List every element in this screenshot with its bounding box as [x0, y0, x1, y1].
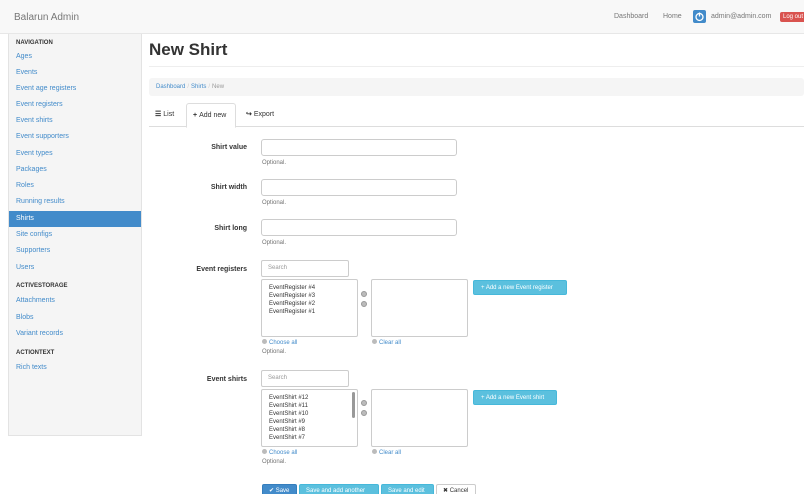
- sidebar-item-event-types[interactable]: Event types: [9, 146, 141, 162]
- event-registers-chosen-list[interactable]: [371, 279, 468, 337]
- save-and-add-another-button[interactable]: Save and add another: [299, 484, 379, 494]
- event-shirts-search-input[interactable]: Search: [261, 370, 349, 387]
- sidebar-item-event-shirts[interactable]: Event shirts: [9, 113, 141, 129]
- move-right-icon[interactable]: [361, 291, 367, 297]
- sidebar-item-variant-records[interactable]: Variant records: [9, 326, 141, 342]
- add-event-register-button[interactable]: + Add a new Event register: [473, 280, 567, 295]
- list-item[interactable]: EventShirt #8: [269, 426, 350, 434]
- logout-button[interactable]: Log out: [780, 12, 804, 22]
- list-item[interactable]: EventRegister #3: [269, 292, 350, 300]
- tab-export-label: Export: [253, 111, 275, 118]
- sidebar-item-running-results[interactable]: Running results: [9, 194, 141, 210]
- save-button[interactable]: ✔ Save: [262, 484, 297, 494]
- power-icon: [693, 10, 706, 23]
- move-left-icon[interactable]: [361, 410, 367, 416]
- tab-list-label: List: [163, 111, 175, 118]
- event-registers-choose-all[interactable]: Choose all: [262, 339, 297, 346]
- list-item[interactable]: EventShirt #9: [269, 418, 350, 426]
- cancel-button[interactable]: ✖ Cancel: [436, 484, 476, 494]
- sidebar-item-events[interactable]: Events: [9, 65, 141, 81]
- event-shirts-clear-all[interactable]: Clear all: [372, 449, 401, 456]
- list-item[interactable]: EventRegister #1: [269, 308, 350, 316]
- event-shirts-available-list[interactable]: EventShirt #12 EventShirt #11 EventShirt…: [261, 389, 358, 447]
- sidebar-item-attachments[interactable]: Attachments: [9, 293, 141, 309]
- shirt-long-label: Shirt long: [214, 225, 247, 232]
- top-navbar: Balarun Admin Dashboard Home admin@admin…: [0, 0, 804, 34]
- list-item[interactable]: EventShirt #10: [269, 410, 350, 418]
- clear-all-label: Clear all: [379, 450, 402, 456]
- shirt-long-input[interactable]: [261, 219, 457, 236]
- tab-list[interactable]: ☰ List: [155, 103, 174, 127]
- sidebar-item-rich-texts[interactable]: Rich texts: [9, 360, 141, 376]
- plus-icon: +: [193, 112, 198, 119]
- nav-dashboard-link[interactable]: Dashboard: [614, 13, 648, 20]
- list-item[interactable]: EventRegister #4: [269, 284, 350, 292]
- move-left-icon[interactable]: [361, 301, 367, 307]
- sidebar-item-event-supporters[interactable]: Event supporters: [9, 129, 141, 145]
- event-registers-available-list[interactable]: EventRegister #4 EventRegister #3 EventR…: [261, 279, 358, 337]
- app-brand[interactable]: Balarun Admin: [14, 12, 79, 23]
- nav-user-email[interactable]: admin@admin.com: [711, 13, 771, 20]
- shirt-width-help: Optional.: [262, 200, 287, 206]
- tab-export[interactable]: ↪ Export: [246, 103, 274, 127]
- sidebar-header-navigation: NAVIGATION: [16, 40, 53, 46]
- sidebar-item-event-registers[interactable]: Event registers: [9, 97, 141, 113]
- choose-all-label: Choose all: [269, 340, 298, 346]
- circle-icon: [372, 449, 377, 454]
- list-item[interactable]: EventShirt #11: [269, 402, 350, 410]
- sidebar-item-event-age-registers[interactable]: Event age registers: [9, 81, 141, 97]
- event-shirts-label: Event shirts: [206, 376, 247, 383]
- sidebar-item-packages[interactable]: Packages: [9, 162, 141, 178]
- save-and-edit-button[interactable]: Save and edit: [381, 484, 434, 494]
- list-item[interactable]: EventShirt #12: [269, 394, 350, 402]
- title-divider: [149, 66, 804, 67]
- shirt-value-label: Shirt value: [211, 144, 247, 151]
- breadcrumb-current: New: [212, 84, 225, 90]
- sidebar-item-site-configs[interactable]: Site configs: [9, 227, 141, 243]
- choose-all-label: Choose all: [269, 450, 298, 456]
- sidebar-item-shirts[interactable]: Shirts: [9, 211, 141, 227]
- event-registers-clear-all[interactable]: Clear all: [372, 339, 401, 346]
- shirt-width-input[interactable]: [261, 179, 457, 196]
- tab-add-new-label: Add new: [199, 112, 227, 119]
- event-registers-help: Optional.: [262, 349, 287, 355]
- sidebar-item-roles[interactable]: Roles: [9, 178, 141, 194]
- list-item[interactable]: EventRegister #2: [269, 300, 350, 308]
- clear-all-label: Clear all: [379, 340, 402, 346]
- list-item[interactable]: EventShirt #7: [269, 434, 350, 442]
- shirt-width-label: Shirt width: [210, 184, 247, 191]
- sidebar-item-users[interactable]: Users: [9, 260, 141, 276]
- add-event-shirt-button[interactable]: + Add a new Event shirt: [473, 390, 557, 405]
- sidebar-item-supporters[interactable]: Supporters: [9, 243, 141, 259]
- circle-icon: [262, 339, 267, 344]
- sidebar-header-activestorage: ACTIVESTORAGE: [16, 283, 68, 289]
- breadcrumb: Dashboard / Shirts / New: [149, 78, 804, 96]
- shirt-value-help: Optional.: [262, 160, 287, 166]
- breadcrumb-dashboard[interactable]: Dashboard: [156, 84, 185, 90]
- sidebar-header-actiontext: ACTIONTEXT: [16, 350, 55, 356]
- scrollbar-thumb[interactable]: [352, 392, 355, 418]
- shirt-value-input[interactable]: [261, 139, 457, 156]
- event-shirts-chosen-list[interactable]: [371, 389, 468, 447]
- event-shirts-help: Optional.: [262, 459, 287, 465]
- tab-add-new[interactable]: + Add new: [186, 103, 236, 128]
- tabs: ☰ List + Add new ↪ Export: [149, 103, 804, 128]
- event-shirts-choose-all[interactable]: Choose all: [262, 449, 297, 456]
- sidebar-item-blobs[interactable]: Blobs: [9, 310, 141, 326]
- sidebar: NAVIGATION Ages Events Event age registe…: [8, 34, 142, 436]
- event-registers-search-input[interactable]: Search: [261, 260, 349, 277]
- nav-home-link[interactable]: Home: [663, 13, 682, 20]
- circle-icon: [372, 339, 377, 344]
- list-icon: ☰: [155, 111, 162, 118]
- move-right-icon[interactable]: [361, 400, 367, 406]
- circle-icon: [262, 449, 267, 454]
- page-title: New Shirt: [149, 40, 228, 59]
- event-registers-label: Event registers: [196, 266, 247, 273]
- sidebar-item-ages[interactable]: Ages: [9, 49, 141, 65]
- breadcrumb-shirts[interactable]: Shirts: [191, 84, 206, 90]
- share-icon: ↪: [246, 111, 252, 118]
- shirt-long-help: Optional.: [262, 240, 287, 246]
